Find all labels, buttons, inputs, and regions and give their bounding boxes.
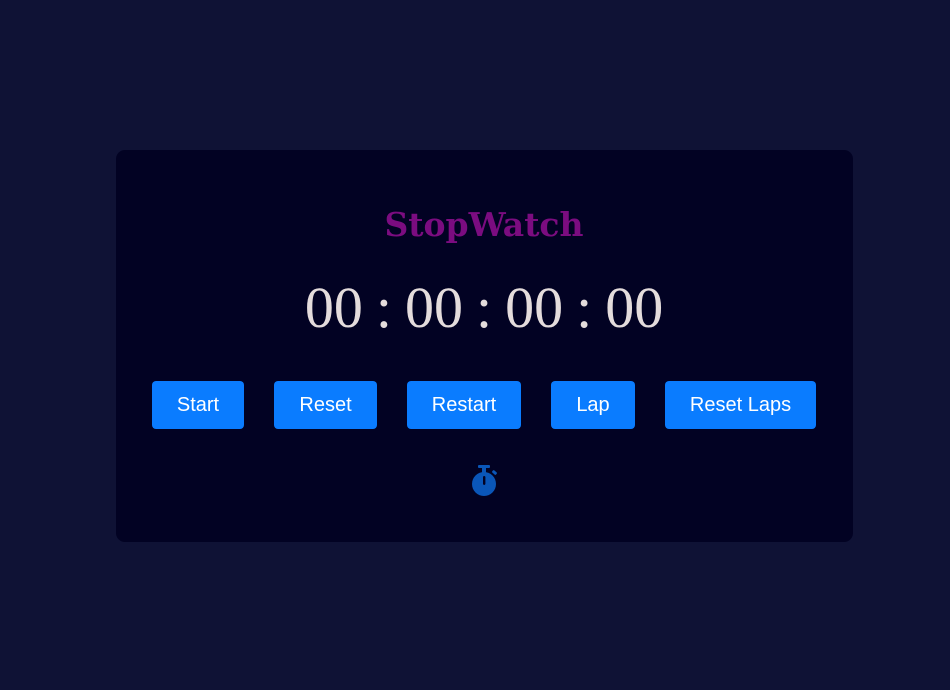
app-title: StopWatch xyxy=(384,205,584,244)
centiseconds-value: 00 xyxy=(605,275,664,340)
hours-value: 00 xyxy=(304,275,363,340)
time-display: 00:00:00:00 xyxy=(0,276,950,340)
stopwatch-icon xyxy=(472,465,497,496)
restart-button[interactable]: Restart xyxy=(407,381,521,429)
minutes-value: 00 xyxy=(404,275,463,340)
reset-button[interactable]: Reset xyxy=(274,381,377,429)
time-separator: : xyxy=(375,275,392,340)
reset-laps-button[interactable]: Reset Laps xyxy=(665,381,816,429)
seconds-value: 00 xyxy=(505,275,564,340)
lap-button[interactable]: Lap xyxy=(551,381,635,429)
time-separator: : xyxy=(576,275,593,340)
time-separator: : xyxy=(475,275,493,340)
start-button[interactable]: Start xyxy=(152,381,244,429)
